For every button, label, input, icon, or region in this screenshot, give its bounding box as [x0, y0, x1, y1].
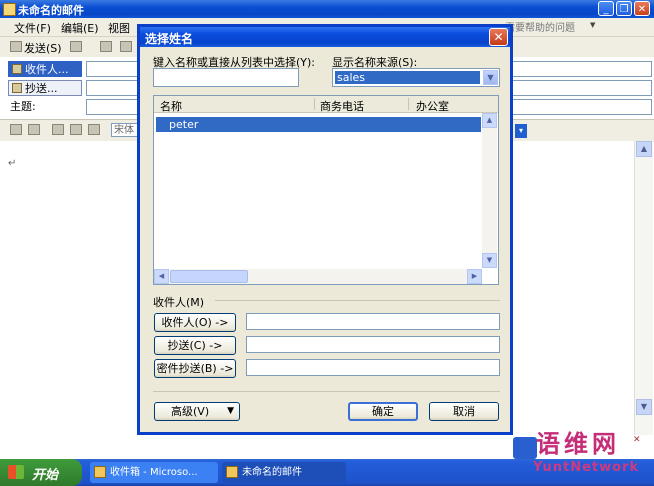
list-vertical-scrollbar[interactable]: ▲ ▼ [482, 113, 497, 268]
subject-label: 主题: [10, 100, 36, 113]
dialog-divider [153, 391, 500, 392]
taskbar-item-label: 未命名的邮件 [242, 467, 302, 478]
help-dropdown-icon[interactable]: ▼ [590, 21, 599, 30]
search-input[interactable] [153, 68, 299, 87]
watermark-title: 语维网 [536, 429, 620, 458]
address-source-select[interactable]: sales ▼ [332, 68, 500, 87]
cc-label: 抄送... [25, 82, 58, 95]
dialog-titlebar[interactable]: 选择姓名 [140, 27, 510, 47]
menu-view[interactable]: 视图 [108, 20, 130, 36]
ok-button[interactable]: 确定 [348, 402, 418, 421]
list-horizontal-scrollbar[interactable]: ◀ ▶ [154, 269, 482, 284]
mail-icon [3, 3, 16, 16]
copy-icon[interactable] [70, 124, 82, 135]
recipients-label: 收件人(M) [153, 296, 205, 309]
body-scrollbar[interactable]: ▲ ▼ [634, 141, 653, 459]
taskbar-item-label: 收件箱 - Microso... [110, 467, 198, 478]
font-name-box[interactable]: 宋体 [111, 123, 139, 137]
cut-icon[interactable] [52, 124, 64, 135]
watermark-subtitle: YuntNetwork [533, 460, 640, 475]
toolbar-options-icon[interactable]: ▾ [515, 124, 527, 138]
to-recipients-input[interactable] [246, 313, 500, 330]
scroll-thumb[interactable] [170, 270, 248, 283]
address-book-icon [12, 64, 22, 74]
bcc-recipients-input[interactable] [246, 359, 500, 376]
attach-icon[interactable] [70, 41, 82, 52]
scroll-up-icon[interactable]: ▲ [636, 141, 652, 157]
send-icon [10, 41, 22, 52]
list-item[interactable]: peter [156, 117, 481, 132]
paragraph-mark: ↵ [8, 158, 17, 169]
restore-button[interactable]: ❐ [616, 1, 632, 16]
list-header: 名称 商务电话 办公室 [154, 96, 498, 113]
contact-name: peter [169, 118, 199, 131]
bcc-button[interactable]: 密件抄送(B) -> [154, 359, 236, 378]
column-phone[interactable]: 商务电话 [320, 98, 364, 114]
scroll-left-icon[interactable]: ◀ [154, 269, 169, 284]
menu-file[interactable]: 文件(F) [14, 20, 51, 36]
close-button[interactable]: ✕ [634, 1, 650, 16]
start-label: 开始 [32, 468, 59, 483]
taskbar-item-message[interactable]: 未命名的邮件 [222, 462, 346, 483]
cc-field-button[interactable]: 抄送... [8, 80, 82, 96]
scroll-up-icon[interactable]: ▲ [482, 113, 497, 128]
help-search-box[interactable]: 需要帮助的问题 [505, 19, 589, 34]
mail-icon [226, 466, 238, 478]
taskbar-item-inbox[interactable]: 收件箱 - Microso... [90, 462, 218, 483]
advanced-label: 高级(V) [171, 405, 210, 418]
column-name[interactable]: 名称 [160, 98, 182, 114]
print-icon[interactable] [28, 124, 40, 135]
check-names-icon[interactable] [120, 41, 132, 52]
paste-icon[interactable] [88, 124, 100, 135]
scroll-right-icon[interactable]: ▶ [467, 269, 482, 284]
scroll-down-icon[interactable]: ▼ [482, 253, 497, 268]
window-title: 未命名的邮件 [18, 4, 84, 17]
select-names-dialog: 选择姓名 ✕ 键入名称或直接从列表中选择(Y): 显示名称来源(S): sale… [137, 24, 513, 435]
cc-recipients-input[interactable] [246, 336, 500, 353]
address-book-icon [12, 83, 22, 93]
send-button[interactable]: 发送(S) [24, 40, 62, 55]
cc-button[interactable]: 抄送(C) -> [154, 336, 236, 355]
start-button[interactable]: 开始 [0, 459, 82, 486]
to-field-button[interactable]: 收件人... [8, 61, 82, 77]
to-label: 收件人... [25, 63, 69, 76]
column-office[interactable]: 办公室 [416, 98, 449, 114]
address-book-icon[interactable] [100, 41, 112, 52]
watermark-logo: 语维网 YuntNetwork [527, 424, 652, 480]
to-button[interactable]: 收件人(O) -> [154, 313, 236, 332]
windows-logo-icon [8, 465, 24, 479]
outlook-icon [94, 466, 106, 478]
menu-edit[interactable]: 编辑(E) [61, 20, 99, 36]
advanced-button[interactable]: 高级(V) ▼ [154, 402, 240, 421]
chevron-down-icon: ▼ [227, 406, 234, 416]
dialog-title: 选择姓名 [145, 32, 194, 46]
source-selected-value: sales [335, 71, 480, 84]
chevron-down-icon[interactable]: ▼ [483, 70, 498, 85]
minimize-button[interactable]: _ [598, 1, 614, 16]
save-icon[interactable] [10, 124, 22, 135]
window-titlebar[interactable]: 未命名的邮件 _ ❐ ✕ [0, 0, 654, 18]
recipients-divider [215, 300, 500, 301]
cancel-button[interactable]: 取消 [429, 402, 499, 421]
name-list[interactable]: 名称 商务电话 办公室 peter ▲ ▼ ◀ ▶ [153, 95, 499, 285]
dialog-close-button[interactable]: ✕ [489, 28, 508, 46]
scroll-down-icon[interactable]: ▼ [636, 399, 652, 415]
